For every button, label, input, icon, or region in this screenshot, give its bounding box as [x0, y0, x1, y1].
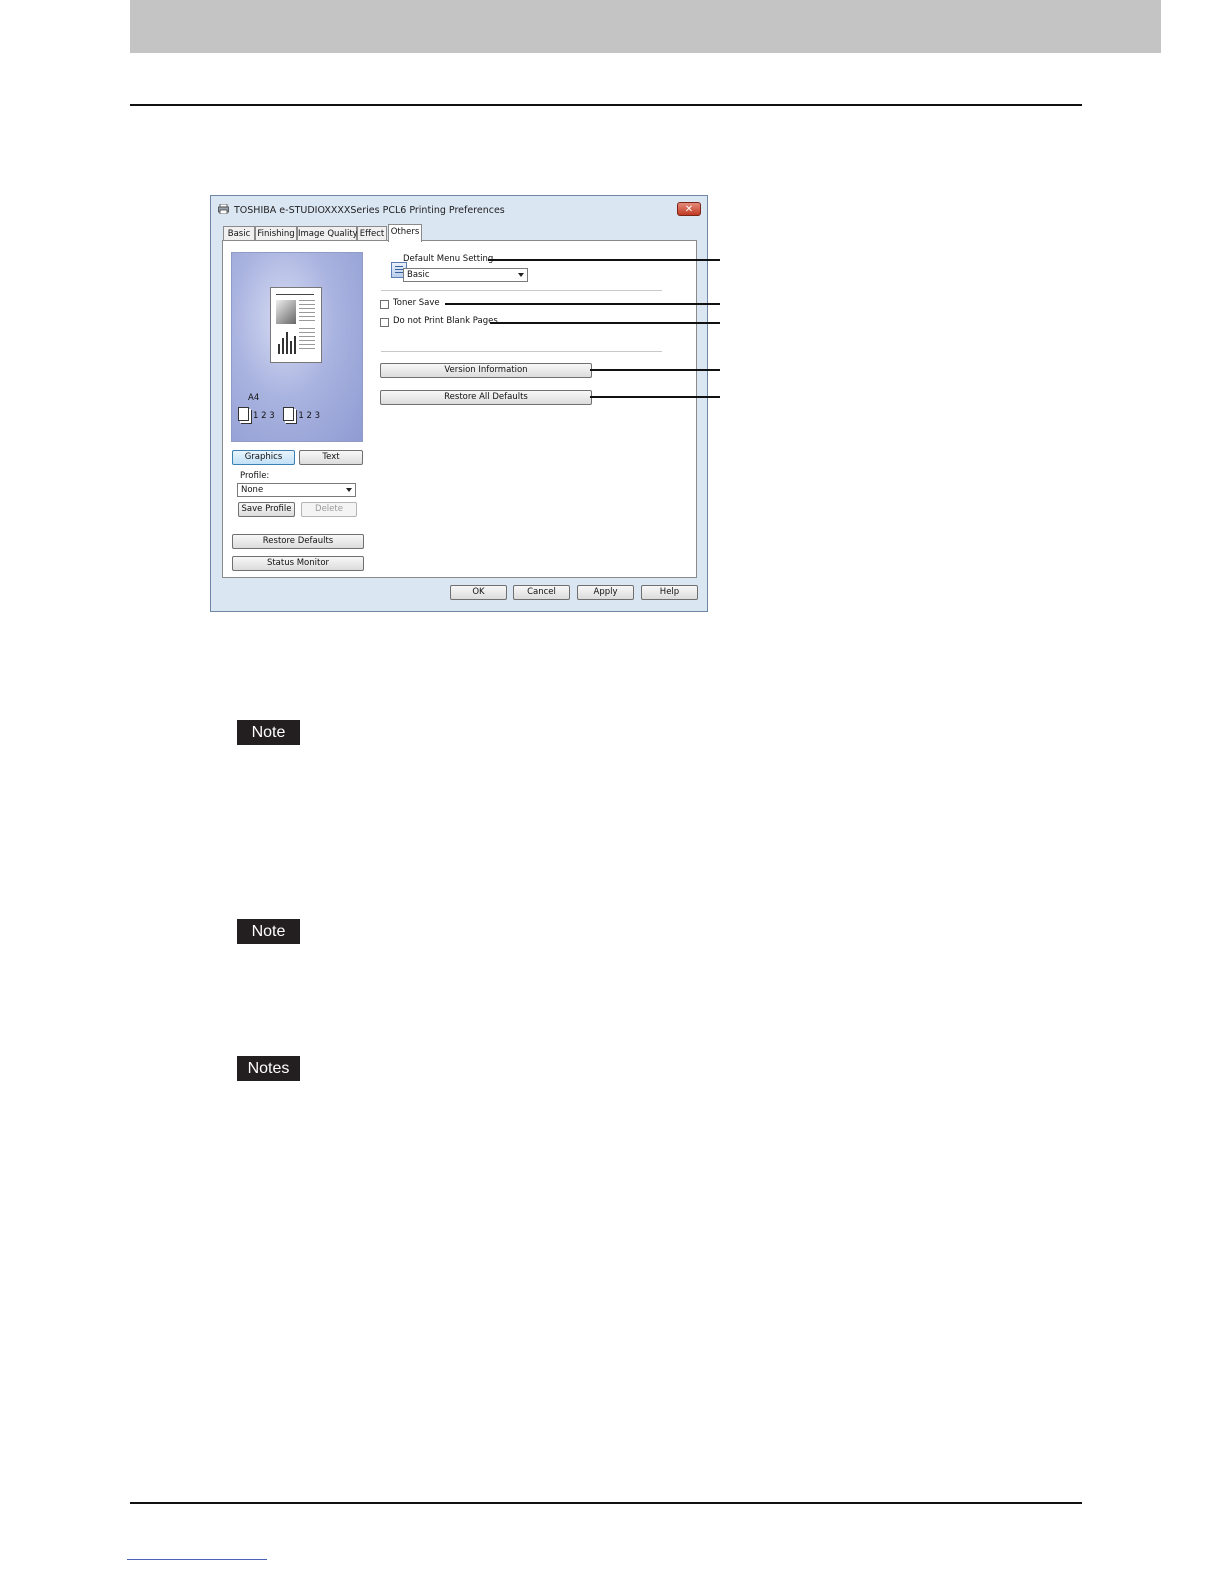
- callout-line: [445, 303, 720, 305]
- profile-selected-value: None: [241, 485, 264, 495]
- header-rule: [130, 104, 1082, 106]
- stack-icon: [238, 407, 249, 421]
- apply-button[interactable]: Apply: [577, 585, 634, 600]
- copies-indicator: 1 2 3 1 2 3: [238, 407, 320, 421]
- preview-page-image: [270, 287, 322, 363]
- separator: [381, 351, 662, 352]
- dialog-title: TOSHIBA e-STUDIOXXXXSeries PCL6 Printing…: [234, 205, 505, 216]
- text-button[interactable]: Text: [299, 450, 363, 465]
- copies-text: 1 2 3: [298, 411, 320, 421]
- close-button[interactable]: ✕: [677, 202, 701, 216]
- tab-finishing[interactable]: Finishing: [255, 226, 297, 241]
- graphics-button[interactable]: Graphics: [232, 450, 295, 465]
- profile-select[interactable]: None: [237, 483, 356, 497]
- copies-text: 1 2 3: [253, 411, 275, 421]
- callout-line: [590, 369, 720, 371]
- print-preview: A4 1 2 3 1 2 3: [231, 252, 363, 442]
- title-bar: TOSHIBA e-STUDIOXXXXSeries PCL6 Printing…: [211, 196, 707, 222]
- separator: [381, 290, 662, 291]
- do-not-print-blank-pages-label: Do not Print Blank Pages: [393, 316, 498, 326]
- note-badge: Note: [237, 919, 300, 944]
- footer-link-underline[interactable]: [127, 1559, 267, 1560]
- callout-line: [490, 322, 720, 324]
- chevron-down-icon: [518, 273, 524, 277]
- printer-icon: [218, 204, 229, 214]
- default-menu-selected-value: Basic: [407, 270, 430, 280]
- chevron-down-icon: [346, 488, 352, 492]
- callout-line: [590, 396, 720, 398]
- header-band: [130, 0, 1161, 53]
- cancel-button[interactable]: Cancel: [513, 585, 570, 600]
- do-not-print-blank-pages-checkbox[interactable]: [380, 318, 389, 327]
- profile-group: Profile: None Save Profile Delete: [233, 468, 362, 528]
- toner-save-label: Toner Save: [393, 298, 440, 308]
- printing-preferences-dialog: TOSHIBA e-STUDIOXXXXSeries PCL6 Printing…: [210, 195, 708, 612]
- help-button[interactable]: Help: [641, 585, 698, 600]
- default-menu-setting-label: Default Menu Setting: [403, 254, 494, 264]
- restore-all-defaults-button[interactable]: Restore All Defaults: [380, 390, 592, 405]
- version-information-button[interactable]: Version Information: [380, 363, 592, 378]
- save-profile-button[interactable]: Save Profile: [238, 502, 295, 517]
- stack-icon: [283, 407, 295, 421]
- toner-save-checkbox[interactable]: [380, 300, 389, 309]
- tab-effect[interactable]: Effect: [357, 226, 387, 241]
- restore-defaults-button[interactable]: Restore Defaults: [232, 534, 364, 549]
- tab-panel-others: A4 1 2 3 1 2 3 Graphics Text Profile: No…: [222, 240, 697, 578]
- footer-rule: [130, 1502, 1082, 1504]
- tab-image-quality[interactable]: Image Quality: [297, 226, 358, 241]
- paper-size-label: A4: [248, 393, 260, 403]
- tab-basic[interactable]: Basic: [223, 226, 255, 241]
- delete-profile-button[interactable]: Delete: [301, 502, 357, 517]
- ok-button[interactable]: OK: [450, 585, 507, 600]
- default-menu-setting-select[interactable]: Basic: [403, 268, 528, 282]
- tab-others[interactable]: Others: [388, 224, 422, 242]
- callout-line: [488, 259, 720, 261]
- status-monitor-button[interactable]: Status Monitor: [232, 556, 364, 571]
- profile-label: Profile:: [240, 471, 270, 481]
- notes-badge: Notes: [237, 1056, 300, 1081]
- note-badge: Note: [237, 720, 300, 745]
